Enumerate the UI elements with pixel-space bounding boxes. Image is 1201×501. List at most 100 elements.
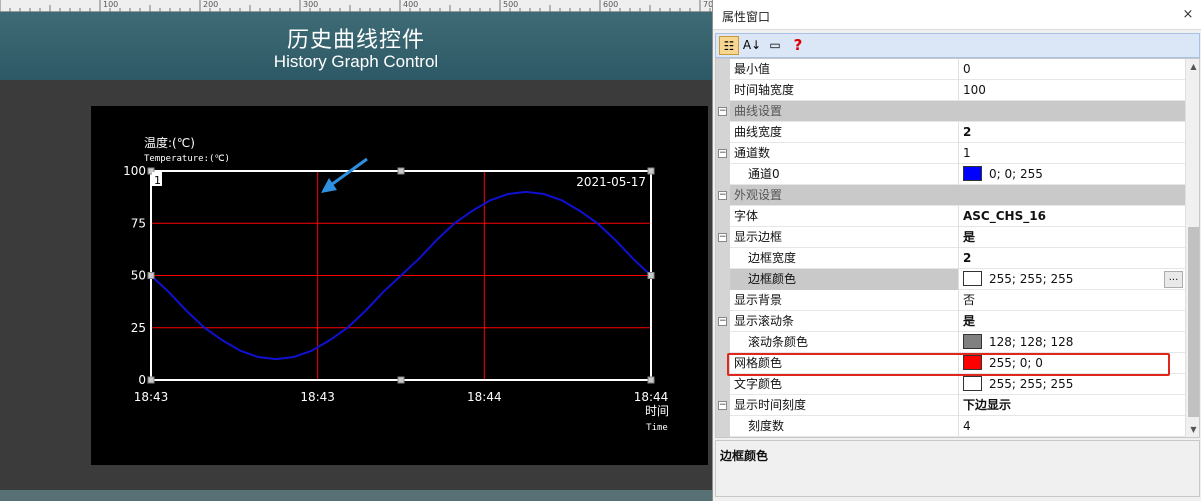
categorized-icon[interactable]: ☷ xyxy=(719,36,739,55)
property-value-text: 128; 128; 128 xyxy=(989,335,1074,349)
ruler-label: 300 xyxy=(303,0,319,9)
property-row[interactable]: 字体 ASC_CHS_16 xyxy=(716,206,1185,227)
collapse-icon[interactable]: − xyxy=(718,107,727,116)
property-grid-scrollbar[interactable]: ▲ ▼ xyxy=(1185,59,1199,437)
property-name: 曲线宽度 xyxy=(730,122,959,143)
property-value[interactable]: 下边显示 xyxy=(960,395,1185,416)
row-gutter xyxy=(716,59,730,80)
property-row[interactable]: 边框颜色 255; 255; 255... xyxy=(716,269,1185,290)
close-icon[interactable]: × xyxy=(1180,7,1196,23)
property-row[interactable]: 通道0 0; 0; 255 xyxy=(716,164,1185,185)
property-value[interactable]: 0 xyxy=(960,59,1185,80)
banner-title-english: History Graph Control xyxy=(273,52,439,71)
property-value[interactable]: 2 xyxy=(960,248,1185,269)
property-row[interactable]: − 通道数 1 xyxy=(716,143,1185,164)
property-value-text: 255; 255; 255 xyxy=(989,377,1074,391)
property-value[interactable]: ASC_CHS_16 xyxy=(960,206,1185,227)
property-row[interactable]: 最小值 0 xyxy=(716,59,1185,80)
x-tick-label: 18:43 xyxy=(300,390,335,404)
scroll-up-icon[interactable]: ▲ xyxy=(1186,59,1199,74)
row-gutter xyxy=(716,122,730,143)
property-value-text: 否 xyxy=(963,293,976,307)
row-gutter xyxy=(716,248,730,269)
property-row[interactable]: 刻度数 4 xyxy=(716,416,1185,437)
property-row[interactable]: 时间轴宽度 100 xyxy=(716,80,1185,101)
property-value-text: 0; 0; 255 xyxy=(989,167,1043,181)
property-name: 网格颜色 xyxy=(730,353,959,374)
header-banner: 历史曲线控件 History Graph Control xyxy=(0,12,712,80)
property-value[interactable]: 是 xyxy=(960,227,1185,248)
property-value[interactable]: 100 xyxy=(960,80,1185,101)
x-tick-label: 18:44 xyxy=(634,390,669,404)
property-value[interactable]: 2 xyxy=(960,122,1185,143)
property-row[interactable]: 显示背景否 xyxy=(716,290,1185,311)
property-category[interactable]: − 外观设置 xyxy=(716,185,1185,206)
channel-label: 1 xyxy=(154,174,161,187)
property-name: 边框宽度 xyxy=(730,248,959,269)
property-name: 滚动条颜色 xyxy=(730,332,959,353)
property-grid: 最小值 0 时间轴宽度 100− 曲线设置 曲线宽度 2− 通道数 1 通道0 0; 0; 255−… xyxy=(715,58,1200,438)
resize-handle xyxy=(647,272,655,279)
collapse-icon[interactable]: − xyxy=(718,317,727,326)
collapse-icon[interactable]: − xyxy=(718,233,727,242)
property-value-text: 是 xyxy=(963,230,976,244)
property-row[interactable]: − 显示滚动条是 xyxy=(716,311,1185,332)
category-label: 曲线设置 xyxy=(734,104,783,118)
property-value[interactable]: 255; 255; 255... xyxy=(960,269,1185,290)
y-tick-label: 50 xyxy=(131,269,146,283)
property-grid-rows: 最小值 0 时间轴宽度 100− 曲线设置 曲线宽度 2− 通道数 1 通道0 0; 0; 255−… xyxy=(716,59,1185,437)
y-tick-label: 100 xyxy=(123,164,146,178)
property-row[interactable]: − 显示时间刻度 下边显示 xyxy=(716,395,1185,416)
property-value[interactable]: 4 xyxy=(960,416,1185,437)
property-value[interactable]: 否 xyxy=(960,290,1185,311)
collapse-icon[interactable]: − xyxy=(718,191,727,200)
row-gutter xyxy=(716,269,730,290)
scroll-down-icon[interactable]: ▼ xyxy=(1186,422,1199,437)
property-row[interactable]: 边框宽度 2 xyxy=(716,248,1185,269)
property-value[interactable]: 255; 255; 255 xyxy=(960,374,1185,395)
y-axis-title-english: Temperature:(℃) xyxy=(144,154,230,164)
property-pages-icon[interactable]: ▭ xyxy=(765,36,785,55)
alphabetical-sort-icon[interactable]: A↓ xyxy=(742,36,762,55)
color-swatch xyxy=(963,376,982,391)
property-window: 属性窗口 × ☷ A↓ ▭ ? 最小值 0 时间轴宽度 100− 曲线设置 曲线宽度 2− 通… xyxy=(712,0,1201,501)
y-tick-label: 75 xyxy=(131,216,146,230)
collapse-icon[interactable]: − xyxy=(718,401,727,410)
property-value[interactable]: 255; 0; 0 xyxy=(960,353,1185,374)
resize-handle xyxy=(397,376,405,384)
property-value-text: 2 xyxy=(963,251,972,265)
row-gutter xyxy=(716,416,730,437)
property-value-text: 2 xyxy=(963,125,972,139)
category-label: 外观设置 xyxy=(734,188,783,202)
ellipsis-button[interactable]: ... xyxy=(1164,271,1183,288)
property-name: 显示滚动条 xyxy=(730,311,959,332)
property-value-text: 100 xyxy=(963,83,986,97)
x-axis-title-english: Time xyxy=(646,423,668,433)
chart-date-label: 2021-05-17 xyxy=(576,175,646,189)
property-value-text: 是 xyxy=(963,314,976,328)
property-value-text: 255; 0; 0 xyxy=(989,356,1043,370)
property-category[interactable]: − 曲线设置 xyxy=(716,101,1185,122)
collapse-icon[interactable]: − xyxy=(718,149,727,158)
property-row[interactable]: 网格颜色 255; 0; 0 xyxy=(716,353,1185,374)
help-icon[interactable]: ? xyxy=(788,36,808,55)
property-name: 显示时间刻度 xyxy=(730,395,959,416)
designer-canvas: 100 200 300 400 500 600 700 历史曲线控件 Histo… xyxy=(0,0,712,501)
property-value[interactable]: 0; 0; 255 xyxy=(960,164,1185,185)
property-value-text: 255; 255; 255 xyxy=(989,272,1074,286)
property-name: 最小值 xyxy=(730,59,959,80)
color-swatch xyxy=(963,166,982,181)
history-graph-control[interactable]: 0 25 50 75 100 18:43 18:43 18:44 18:44 温度:(℃) Temp… xyxy=(91,106,708,465)
property-value[interactable]: 1 xyxy=(960,143,1185,164)
property-row[interactable]: 滚动条颜色 128; 128; 128 xyxy=(716,332,1185,353)
property-value-text: 0 xyxy=(963,62,971,76)
property-row[interactable]: − 显示边框是 xyxy=(716,227,1185,248)
property-value[interactable]: 128; 128; 128 xyxy=(960,332,1185,353)
horizontal-ruler: 100 200 300 400 500 600 700 xyxy=(0,0,712,12)
ruler-label: 400 xyxy=(403,0,419,9)
resize-handle xyxy=(647,376,655,384)
property-value[interactable]: 是 xyxy=(960,311,1185,332)
scrollbar-thumb[interactable] xyxy=(1188,227,1199,417)
property-row[interactable]: 文字颜色 255; 255; 255 xyxy=(716,374,1185,395)
property-row[interactable]: 曲线宽度 2 xyxy=(716,122,1185,143)
